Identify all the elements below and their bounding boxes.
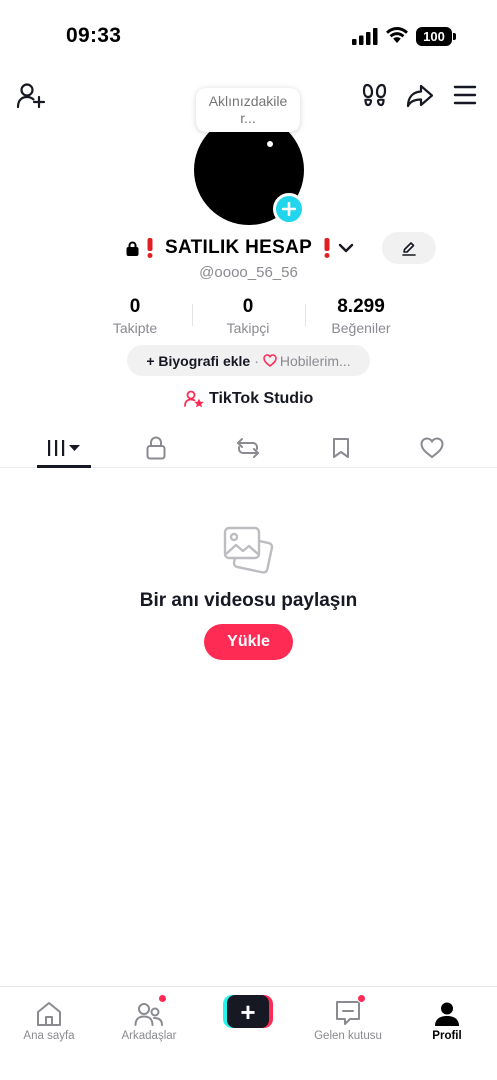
content-tabs <box>0 428 497 468</box>
exclamation-icon <box>324 238 330 258</box>
upload-button[interactable]: Yükle <box>204 624 293 660</box>
followers-count: 0 <box>242 296 254 317</box>
tab-favorites[interactable] <box>316 428 366 468</box>
signal-icon <box>352 28 378 45</box>
nav-home[interactable]: Ana sayfa <box>1 987 97 1042</box>
exclamation-icon <box>147 238 153 258</box>
menu-icon[interactable] <box>453 85 477 105</box>
following-stat[interactable]: 0 Takipte <box>85 296 185 336</box>
following-count: 0 <box>129 296 141 317</box>
tab-videos[interactable] <box>37 428 91 468</box>
likes-count: 8.299 <box>337 296 385 317</box>
followers-label: Takipçi <box>226 320 270 336</box>
grid-icon <box>48 440 80 456</box>
active-tab-indicator <box>37 465 91 468</box>
tab-liked[interactable] <box>407 428 457 468</box>
tab-reposts[interactable] <box>223 428 273 468</box>
inbox-notification-dot <box>357 994 366 1003</box>
create-button[interactable]: + <box>223 995 273 1028</box>
profile-views-icon[interactable] <box>362 83 388 107</box>
heart-icon <box>263 354 277 367</box>
empty-state-title: Bir anı videosu paylaşın <box>139 590 358 611</box>
followers-stat[interactable]: 0 Takipçi <box>198 296 298 336</box>
create-plus-icon: + <box>227 995 269 1028</box>
wifi-icon <box>386 27 408 43</box>
add-avatar-button[interactable] <box>273 193 305 225</box>
studio-label: TikTok Studio <box>209 390 314 407</box>
status-time: 09:33 <box>66 24 122 47</box>
friends-icon <box>134 1003 163 1026</box>
stat-divider <box>305 304 306 326</box>
likes-label: Beğeniler <box>331 320 391 336</box>
display-name-row[interactable]: SATILIK HESAP <box>126 236 354 260</box>
plus-icon <box>282 202 296 216</box>
nav-profile[interactable]: Profil <box>399 987 495 1042</box>
bookmark-icon <box>333 438 349 458</box>
bio-pill[interactable]: + Biyografi ekle · Hobilerim... <box>127 345 370 376</box>
username: @oooo_56_56 <box>199 264 298 281</box>
chevron-down-icon[interactable] <box>338 242 354 254</box>
add-friend-icon[interactable] <box>16 82 46 110</box>
status-bar: 09:33 100 <box>0 0 497 70</box>
bio-separator: · <box>254 352 259 369</box>
profile-icon <box>435 1002 459 1026</box>
bottom-nav: Ana sayfa Arkadaşlar + Gelen kutusu Prof… <box>0 986 497 1080</box>
home-icon <box>37 1002 61 1026</box>
nav-inbox-label: Gelen kutusu <box>314 1030 382 1042</box>
pencil-icon <box>402 242 416 256</box>
photo-stack-icon <box>223 526 274 574</box>
edit-profile-button[interactable] <box>382 232 436 264</box>
repost-icon <box>237 438 259 458</box>
hobbies-button[interactable]: Hobilerim... <box>280 353 351 369</box>
share-icon[interactable] <box>406 84 434 108</box>
note-bubble-tail <box>267 141 273 147</box>
heart-icon <box>420 437 444 459</box>
display-name: SATILIK HESAP <box>165 237 313 258</box>
following-label: Takipte <box>112 320 158 336</box>
nav-profile-label: Profil <box>432 1030 462 1042</box>
likes-stat[interactable]: 8.299 Beğeniler <box>311 296 411 336</box>
inbox-icon <box>336 1001 360 1025</box>
nav-friends[interactable]: Arkadaşlar <box>101 987 197 1042</box>
note-bubble[interactable]: Aklınızdakile r... <box>196 88 300 132</box>
tab-private[interactable] <box>131 428 181 468</box>
friends-notification-dot <box>158 994 167 1003</box>
lock-icon <box>126 241 139 256</box>
nav-inbox[interactable]: Gelen kutusu <box>300 987 396 1042</box>
nav-friends-label: Arkadaşlar <box>121 1030 177 1042</box>
studio-icon <box>184 390 204 408</box>
stat-divider <box>192 304 193 326</box>
lock-icon <box>146 436 166 460</box>
nav-home-label: Ana sayfa <box>23 1030 75 1042</box>
tiktok-studio-link[interactable]: TikTok Studio <box>184 390 313 408</box>
add-bio-button[interactable]: + Biyografi ekle <box>146 353 250 369</box>
battery-indicator: 100 <box>416 27 456 46</box>
